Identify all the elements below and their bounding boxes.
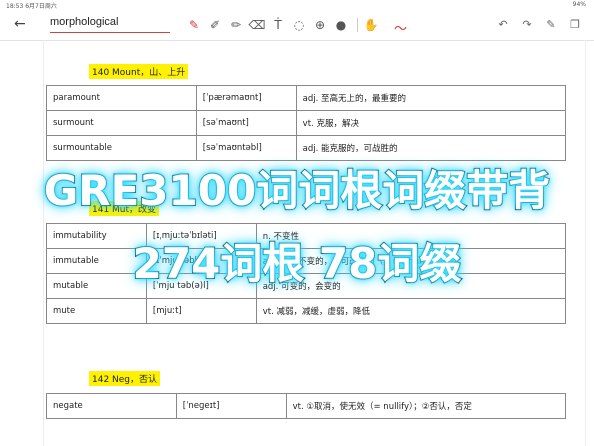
phonetic-cell: [səˈmaʊnt] xyxy=(195,110,297,136)
table-row: paramount [ˈpærəmaʊnt] adj. 至高无上的，最重要的 xyxy=(46,85,567,111)
definition-cell: vt. 减弱，减缓，虚弱，降低 xyxy=(255,298,567,324)
toolbar-divider xyxy=(357,18,358,32)
phonetic-cell: [mjuːt] xyxy=(145,298,257,324)
pen-icon[interactable]: ✎ xyxy=(185,16,203,34)
overlay-subtitle: 274词根 78词缀 xyxy=(132,238,463,289)
tool-group: ✎ ✐ ✏ ⌫ Ṫ ◌ ⊕ ● ✋ xyxy=(185,16,383,34)
overlay-title: GRE3100词词根词缀带背 xyxy=(43,165,551,216)
phonetic-cell: [ˈpærəmaʊnt] xyxy=(195,85,297,111)
hand-icon[interactable]: ✋ xyxy=(362,16,380,34)
pages-icon[interactable]: ❐ xyxy=(566,16,584,34)
word-cell: negate xyxy=(46,393,177,419)
eraser-icon[interactable]: ⌫ xyxy=(248,16,266,34)
pen2-icon[interactable]: ✐ xyxy=(206,16,224,34)
word-table: negate [ˈneɡeɪt] vt. ①取消，使无效（= nullify）；… xyxy=(46,393,567,419)
right-tools: ↶ ↷ ✎ ❐ xyxy=(488,16,584,34)
word-cell: paramount xyxy=(46,85,197,111)
table-row: negate [ˈneɡeɪt] vt. ①取消，使无效（= nullify）；… xyxy=(46,393,567,419)
definition-cell: vt. ①取消，使无效（= nullify）；②否认，否定 xyxy=(285,393,567,419)
edit-icon[interactable]: ✎ xyxy=(542,16,560,34)
note-toolbar: ← morphological ✎ ✐ ✏ ⌫ Ṫ ◌ ⊕ ● ✋ 〜 ↶ ↷ … xyxy=(0,10,594,41)
section-title: 142 Neg，否认 xyxy=(89,371,161,386)
table-row: mute [mjuːt] vt. 减弱，减缓，虚弱，降低 xyxy=(46,298,567,324)
add-icon[interactable]: ⊕ xyxy=(311,16,329,34)
phonetic-cell: [ˈneɡeɪt] xyxy=(175,393,287,419)
word-table: paramount [ˈpærəmaʊnt] adj. 至高无上的，最重要的 s… xyxy=(46,85,567,161)
battery-indicator: 94% xyxy=(572,1,586,8)
note-title[interactable]: morphological xyxy=(50,16,170,33)
text-icon[interactable]: Ṫ xyxy=(269,16,287,34)
status-bar: 18:53 6月7日周六 94% xyxy=(0,0,594,10)
definition-cell: adj. 至高无上的，最重要的 xyxy=(295,85,567,111)
status-time: 18:53 6月7日周六 xyxy=(6,3,57,10)
back-icon[interactable]: ← xyxy=(14,16,26,32)
section-title: 140 Mount，山、上升 xyxy=(89,64,189,79)
highlighter-icon[interactable]: ✏ xyxy=(227,16,245,34)
mic-icon[interactable]: ● xyxy=(332,16,350,34)
redo-icon[interactable]: ↷ xyxy=(518,16,536,34)
word-cell: surmount xyxy=(46,110,197,136)
table-row: surmount [səˈmaʊnt] vt. 克服，解决 xyxy=(46,110,567,136)
word-cell: mute xyxy=(46,298,147,324)
lasso-icon[interactable]: ◌ xyxy=(290,16,308,34)
undo-icon[interactable]: ↶ xyxy=(494,16,512,34)
squiggle-icon: 〜 xyxy=(394,22,408,37)
definition-cell: vt. 克服，解决 xyxy=(295,110,567,136)
